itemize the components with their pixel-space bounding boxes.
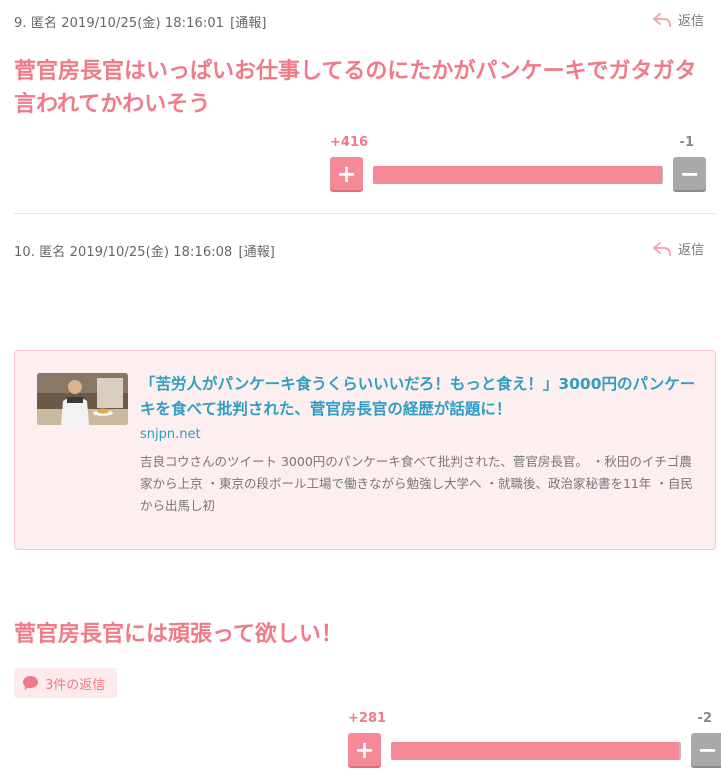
link-thumbnail bbox=[37, 373, 128, 425]
plus-button[interactable]: + bbox=[348, 733, 381, 766]
vote-bar bbox=[373, 166, 663, 184]
vote-bar bbox=[391, 742, 681, 760]
minus-icon: − bbox=[679, 159, 700, 188]
reply-label: 返信 bbox=[677, 14, 704, 29]
link-domain: snjpn.net bbox=[140, 427, 201, 442]
reply-label: 返信 bbox=[677, 243, 704, 258]
report-link[interactable]: [通報] bbox=[238, 245, 275, 260]
plus-count: +416 bbox=[330, 135, 369, 150]
comment-meta: 9. 匿名 2019/10/25(金) 18:16:01 [通報] bbox=[14, 12, 267, 31]
reply-arrow-icon bbox=[652, 12, 671, 27]
reply-button[interactable]: 返信 bbox=[652, 10, 704, 29]
vote-bar-fill bbox=[391, 742, 679, 760]
reply-count-button[interactable]: 3件の返信 bbox=[14, 668, 118, 698]
minus-count: -2 bbox=[697, 711, 712, 726]
vote-bar-fill bbox=[373, 166, 663, 184]
comment-body: 菅官房長官には頑張って欲しい！ bbox=[14, 622, 343, 647]
speech-bubble-icon bbox=[23, 676, 38, 690]
reply-button[interactable]: 返信 bbox=[652, 239, 704, 258]
comment-body: 菅官房長官はいっぱいお仕事してるのにたかがパンケーキでガタガタ言われてかわいそう bbox=[14, 59, 697, 117]
link-title[interactable]: 「苦労人がパンケーキ食うくらいいいだろ！もっと食え！」3000円のパンケーキを食… bbox=[140, 372, 700, 422]
minus-button[interactable]: − bbox=[673, 157, 706, 190]
link-card[interactable]: 「苦労人がパンケーキ食うくらいいいだろ！もっと食え！」3000円のパンケーキを食… bbox=[14, 350, 716, 550]
minus-count: -1 bbox=[679, 135, 694, 150]
link-description: 吉良コウさんのツイート 3000円のパンケーキ食べて批判された、菅官房長官。 ・… bbox=[140, 454, 693, 513]
comment-meta: 10. 匿名 2019/10/25(金) 18:16:08 [通報] bbox=[14, 241, 275, 260]
reply-count-label: 3件の返信 bbox=[45, 677, 106, 693]
report-link[interactable]: [通報] bbox=[230, 16, 267, 31]
reply-arrow-icon bbox=[652, 241, 671, 256]
comment-9: 9. 匿名 2019/10/25(金) 18:16:01 [通報] 返信 菅官房長… bbox=[14, 0, 716, 214]
comment-header: 10. 匿名 2019/10/25(金) 18:16:08 bbox=[14, 245, 233, 260]
plus-count: +281 bbox=[348, 711, 387, 726]
plus-button[interactable]: + bbox=[330, 157, 363, 190]
comment-10: 10. 匿名 2019/10/25(金) 18:16:08 [通報] 返信 「苦労… bbox=[14, 225, 721, 777]
plus-icon: + bbox=[336, 159, 357, 188]
plus-icon: + bbox=[354, 735, 375, 764]
vote-widget: +281 -2 + − bbox=[348, 711, 721, 771]
vote-widget: +416 -1 + − bbox=[330, 135, 706, 195]
minus-icon: − bbox=[697, 735, 718, 764]
minus-button[interactable]: − bbox=[691, 733, 721, 766]
comment-header: 9. 匿名 2019/10/25(金) 18:16:01 bbox=[14, 16, 225, 31]
